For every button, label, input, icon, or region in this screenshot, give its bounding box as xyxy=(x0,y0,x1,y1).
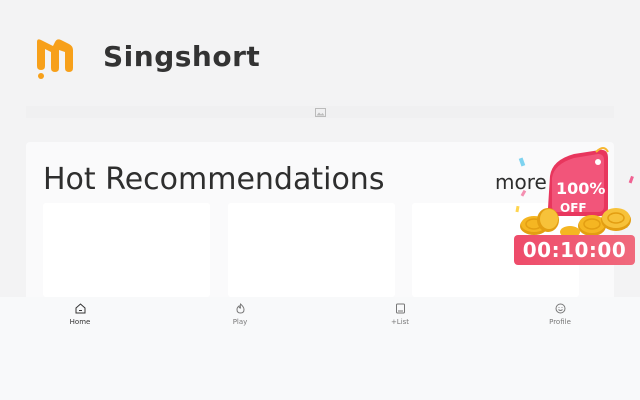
tab-label: Profile xyxy=(549,318,571,326)
tab-home[interactable]: Home xyxy=(50,303,110,326)
smile-icon xyxy=(555,303,565,314)
singshort-logo-icon xyxy=(37,39,73,79)
tab-list[interactable]: +List xyxy=(370,303,430,326)
tab-label: Home xyxy=(69,318,91,326)
tab-label: +List xyxy=(390,318,410,326)
confetti-icon xyxy=(520,189,527,197)
countdown-timer: 00:10:00 xyxy=(514,235,635,265)
home-icon xyxy=(75,303,85,314)
recommendation-card[interactable] xyxy=(43,203,210,297)
confetti-icon xyxy=(515,205,520,213)
bookmark-icon xyxy=(395,303,405,314)
app-title: Singshort xyxy=(103,40,261,73)
off-label: OFF xyxy=(560,201,587,215)
confetti-icon xyxy=(628,175,634,184)
discount-value: 100% xyxy=(556,179,605,198)
confetti-icon xyxy=(518,157,526,167)
section-title: Hot Recommendations xyxy=(43,162,385,197)
app-header: Singshort xyxy=(0,0,640,100)
image-placeholder-icon xyxy=(315,108,326,117)
tab-label: Play xyxy=(232,318,248,326)
flame-icon xyxy=(235,303,245,314)
recommendation-card[interactable] xyxy=(228,203,395,297)
tab-profile[interactable]: Profile xyxy=(530,303,590,326)
tab-play[interactable]: Play xyxy=(210,303,270,326)
